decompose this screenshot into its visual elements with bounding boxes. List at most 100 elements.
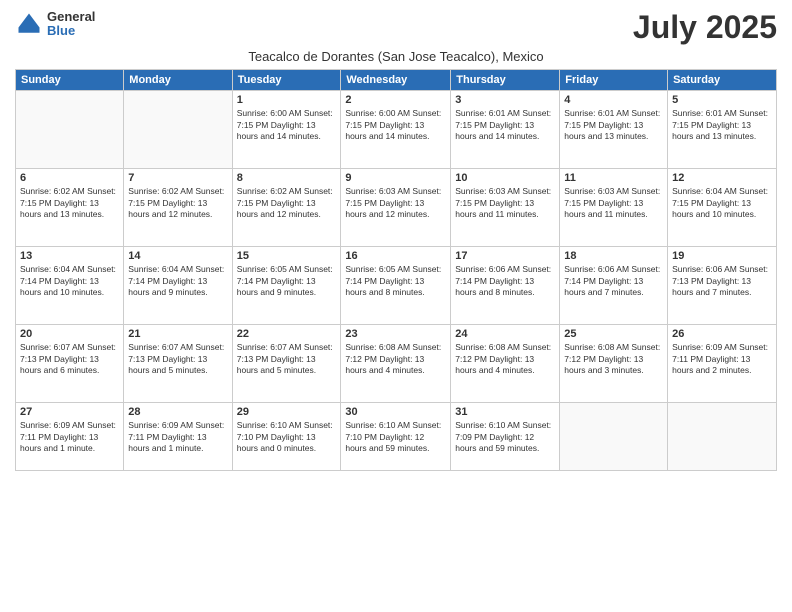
header: General Blue July 2025	[15, 10, 777, 45]
day-info: Sunrise: 6:00 AM Sunset: 7:15 PM Dayligh…	[345, 108, 446, 142]
header-row: Sunday Monday Tuesday Wednesday Thursday…	[16, 70, 777, 91]
day-info: Sunrise: 6:08 AM Sunset: 7:12 PM Dayligh…	[345, 342, 446, 376]
day-info: Sunrise: 6:02 AM Sunset: 7:15 PM Dayligh…	[20, 186, 119, 220]
day-number: 29	[237, 406, 337, 418]
col-wednesday: Wednesday	[341, 70, 451, 91]
table-row: 16 Sunrise: 6:05 AM Sunset: 7:14 PM Dayli…	[341, 247, 451, 325]
day-info: Sunrise: 6:02 AM Sunset: 7:15 PM Dayligh…	[128, 186, 227, 220]
day-number: 24	[455, 328, 555, 340]
page: General Blue July 2025 Teacalco de Doran…	[0, 0, 792, 612]
month-title: July 2025	[633, 10, 777, 45]
day-info: Sunrise: 6:09 AM Sunset: 7:11 PM Dayligh…	[128, 420, 227, 454]
table-row	[16, 91, 124, 169]
day-number: 27	[20, 406, 119, 418]
day-info: Sunrise: 6:07 AM Sunset: 7:13 PM Dayligh…	[20, 342, 119, 376]
day-info: Sunrise: 6:09 AM Sunset: 7:11 PM Dayligh…	[672, 342, 772, 376]
col-friday: Friday	[560, 70, 668, 91]
day-number: 15	[237, 250, 337, 262]
table-row: 21Sunrise: 6:07 AM Sunset: 7:13 PM Dayli…	[124, 325, 232, 403]
table-row: 31Sunrise: 6:10 AM Sunset: 7:09 PM Dayli…	[451, 403, 560, 471]
day-number: 20	[20, 328, 119, 340]
day-number: 12	[672, 172, 772, 184]
table-row: 23Sunrise: 6:08 AM Sunset: 7:12 PM Dayli…	[341, 325, 451, 403]
table-row: 25 Sunrise: 6:08 AM Sunset: 7:12 PM Dayli…	[560, 325, 668, 403]
logo: General Blue	[15, 10, 95, 39]
day-info: Sunrise: 6:01 AM Sunset: 7:15 PM Dayligh…	[564, 108, 663, 142]
day-number: 3	[455, 94, 555, 106]
table-row: 30 Sunrise: 6:10 AM Sunset: 7:10 PM Dayli…	[341, 403, 451, 471]
table-row: 5 Sunrise: 6:01 AM Sunset: 7:15 PM Daylig…	[668, 91, 777, 169]
table-row: 29 Sunrise: 6:10 AM Sunset: 7:10 PM Dayli…	[232, 403, 341, 471]
title-section: July 2025	[633, 10, 777, 45]
day-info: Sunrise: 6:06 AM Sunset: 7:13 PM Dayligh…	[672, 264, 772, 298]
day-info: Sunrise: 6:01 AM Sunset: 7:15 PM Dayligh…	[672, 108, 772, 142]
day-info: Sunrise: 6:01 AM Sunset: 7:15 PM Dayligh…	[455, 108, 555, 142]
table-row: 3 Sunrise: 6:01 AM Sunset: 7:15 PM Daylig…	[451, 91, 560, 169]
table-row: 12 Sunrise: 6:04 AM Sunset: 7:15 PM Dayli…	[668, 169, 777, 247]
day-info: Sunrise: 6:05 AM Sunset: 7:14 PM Dayligh…	[237, 264, 337, 298]
table-row: 10Sunrise: 6:03 AM Sunset: 7:15 PM Dayli…	[451, 169, 560, 247]
table-row: 22 Sunrise: 6:07 AM Sunset: 7:13 PM Dayli…	[232, 325, 341, 403]
day-number: 16	[345, 250, 446, 262]
week-row-4: 20 Sunrise: 6:07 AM Sunset: 7:13 PM Dayli…	[16, 325, 777, 403]
day-number: 8	[237, 172, 337, 184]
table-row	[560, 403, 668, 471]
day-number: 9	[345, 172, 446, 184]
day-number: 4	[564, 94, 663, 106]
day-number: 13	[20, 250, 119, 262]
table-row: 18 Sunrise: 6:06 AM Sunset: 7:14 PM Dayli…	[560, 247, 668, 325]
col-tuesday: Tuesday	[232, 70, 341, 91]
calendar: Sunday Monday Tuesday Wednesday Thursday…	[15, 69, 777, 471]
col-saturday: Saturday	[668, 70, 777, 91]
day-info: Sunrise: 6:04 AM Sunset: 7:14 PM Dayligh…	[20, 264, 119, 298]
week-row-3: 13 Sunrise: 6:04 AM Sunset: 7:14 PM Dayli…	[16, 247, 777, 325]
week-row-5: 27 Sunrise: 6:09 AM Sunset: 7:11 PM Dayli…	[16, 403, 777, 471]
logo-text: General Blue	[47, 10, 95, 39]
day-info: Sunrise: 6:02 AM Sunset: 7:15 PM Dayligh…	[237, 186, 337, 220]
table-row: 19 Sunrise: 6:06 AM Sunset: 7:13 PM Dayli…	[668, 247, 777, 325]
day-info: Sunrise: 6:10 AM Sunset: 7:10 PM Dayligh…	[237, 420, 337, 454]
table-row: 14Sunrise: 6:04 AM Sunset: 7:14 PM Dayli…	[124, 247, 232, 325]
logo-general: General	[47, 10, 95, 24]
day-number: 22	[237, 328, 337, 340]
day-number: 30	[345, 406, 446, 418]
day-number: 17	[455, 250, 555, 262]
col-thursday: Thursday	[451, 70, 560, 91]
table-row: 4 Sunrise: 6:01 AM Sunset: 7:15 PM Daylig…	[560, 91, 668, 169]
day-info: Sunrise: 6:06 AM Sunset: 7:14 PM Dayligh…	[564, 264, 663, 298]
table-row: 8 Sunrise: 6:02 AM Sunset: 7:15 PM Daylig…	[232, 169, 341, 247]
day-info: Sunrise: 6:05 AM Sunset: 7:14 PM Dayligh…	[345, 264, 446, 298]
table-row: 9Sunrise: 6:03 AM Sunset: 7:15 PM Daylig…	[341, 169, 451, 247]
table-row: 24 Sunrise: 6:08 AM Sunset: 7:12 PM Dayli…	[451, 325, 560, 403]
day-info: Sunrise: 6:07 AM Sunset: 7:13 PM Dayligh…	[237, 342, 337, 376]
day-number: 5	[672, 94, 772, 106]
day-number: 21	[128, 328, 227, 340]
table-row: 27 Sunrise: 6:09 AM Sunset: 7:11 PM Dayli…	[16, 403, 124, 471]
day-info: Sunrise: 6:08 AM Sunset: 7:12 PM Dayligh…	[455, 342, 555, 376]
day-info: Sunrise: 6:03 AM Sunset: 7:15 PM Dayligh…	[455, 186, 555, 220]
col-monday: Monday	[124, 70, 232, 91]
day-info: Sunrise: 6:00 AM Sunset: 7:15 PM Dayligh…	[237, 108, 337, 142]
col-sunday: Sunday	[16, 70, 124, 91]
table-row: 6Sunrise: 6:02 AM Sunset: 7:15 PM Daylig…	[16, 169, 124, 247]
day-number: 25	[564, 328, 663, 340]
day-info: Sunrise: 6:09 AM Sunset: 7:11 PM Dayligh…	[20, 420, 119, 454]
day-info: Sunrise: 6:10 AM Sunset: 7:10 PM Dayligh…	[345, 420, 446, 454]
table-row: 13 Sunrise: 6:04 AM Sunset: 7:14 PM Dayli…	[16, 247, 124, 325]
table-row: 2 Sunrise: 6:00 AM Sunset: 7:15 PM Daylig…	[341, 91, 451, 169]
week-row-1: 1Sunrise: 6:00 AM Sunset: 7:15 PM Daylig…	[16, 91, 777, 169]
day-number: 18	[564, 250, 663, 262]
day-info: Sunrise: 6:04 AM Sunset: 7:15 PM Dayligh…	[672, 186, 772, 220]
week-row-2: 6Sunrise: 6:02 AM Sunset: 7:15 PM Daylig…	[16, 169, 777, 247]
table-row	[124, 91, 232, 169]
day-info: Sunrise: 6:03 AM Sunset: 7:15 PM Dayligh…	[564, 186, 663, 220]
day-number: 11	[564, 172, 663, 184]
subtitle: Teacalco de Dorantes (San Jose Teacalco)…	[15, 49, 777, 64]
table-row: 26Sunrise: 6:09 AM Sunset: 7:11 PM Dayli…	[668, 325, 777, 403]
day-number: 2	[345, 94, 446, 106]
day-info: Sunrise: 6:08 AM Sunset: 7:12 PM Dayligh…	[564, 342, 663, 376]
logo-icon	[15, 10, 43, 38]
day-number: 19	[672, 250, 772, 262]
table-row	[668, 403, 777, 471]
day-number: 14	[128, 250, 227, 262]
